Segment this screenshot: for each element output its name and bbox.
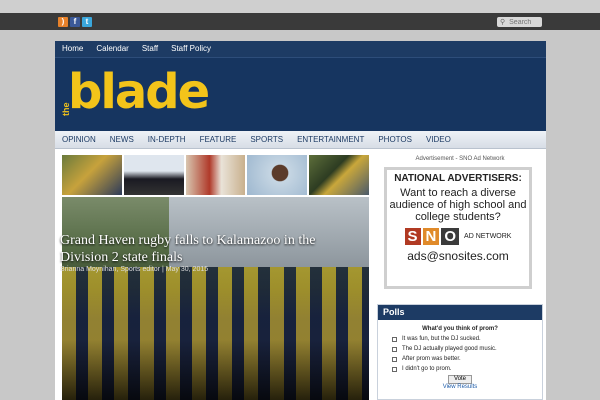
hero-caption-shade [62, 340, 369, 400]
search-icon[interactable]: ⚲ [500, 18, 505, 26]
top-utility-bar: ) f t ⚲ [0, 0, 600, 30]
ad-headline: NATIONAL ADVERTISERS: [394, 173, 522, 184]
view-results-link[interactable]: View Results [378, 384, 542, 390]
ad-email: ads@snosites.com [407, 249, 509, 263]
poll-checkbox[interactable] [392, 336, 397, 342]
poll-checkbox[interactable] [392, 366, 397, 372]
sno-logo-n: N [422, 228, 440, 245]
section-in-depth[interactable]: IN-DEPTH [148, 131, 186, 148]
thumbnail[interactable] [247, 155, 308, 195]
featured-story-byline: Brianna Moynihan, Sports editor | May 30… [60, 266, 209, 273]
section-feature[interactable]: FEATURE [200, 131, 237, 148]
thumbnail-strip [62, 155, 369, 195]
thumbnail[interactable] [62, 155, 122, 195]
page-container: Home Calendar Staff Staff Policy the bla… [55, 41, 546, 400]
section-news[interactable]: NEWS [110, 131, 134, 148]
thumbnail[interactable] [309, 155, 369, 195]
facebook-icon[interactable]: f [70, 17, 80, 27]
sno-logo-s: S [404, 228, 421, 245]
nav-staff[interactable]: Staff [142, 41, 158, 57]
nav-staff-policy[interactable]: Staff Policy [171, 41, 211, 57]
section-photos[interactable]: PHOTOS [378, 131, 412, 148]
polls-widget: Polls What'd you think of prom? It was f… [377, 304, 543, 400]
vote-button[interactable]: Vote [448, 375, 472, 384]
masthead: the blade [55, 57, 546, 131]
poll-option[interactable]: The DJ actually played good music. [392, 346, 542, 352]
search-box: ⚲ [497, 17, 542, 27]
sno-logo-o: O [441, 228, 460, 245]
poll-option[interactable]: After prom was better. [392, 356, 542, 362]
poll-option[interactable]: I didn't go to prom. [392, 366, 542, 372]
nav-home[interactable]: Home [62, 41, 83, 57]
ad-label: Advertisement - SNO Ad Network [415, 156, 505, 162]
top-navigation: Home Calendar Staff Staff Policy [55, 41, 546, 57]
site-logo[interactable]: blade [68, 64, 210, 120]
sno-logo: S N O AD NETWORK [387, 228, 529, 245]
poll-question: What'd you think of prom? [422, 326, 498, 332]
ad-body: Want to reach a diverse audience of high… [389, 187, 527, 223]
section-navigation: OPINION NEWS IN-DEPTH FEATURE SPORTS ENT… [55, 131, 546, 149]
advertisement[interactable]: NATIONAL ADVERTISERS: Want to reach a di… [384, 167, 532, 289]
thumbnail[interactable] [185, 155, 246, 195]
polls-title: Polls [378, 305, 542, 320]
poll-checkbox[interactable] [392, 346, 397, 352]
twitter-icon[interactable]: t [82, 17, 92, 27]
sno-logo-network: AD NETWORK [464, 232, 512, 240]
featured-story-title[interactable]: Grand Haven rugby falls to Kalamazoo in … [60, 232, 360, 266]
rss-icon[interactable]: ) [58, 17, 68, 27]
social-links: ) f t [58, 17, 92, 27]
nav-calendar[interactable]: Calendar [96, 41, 128, 57]
section-sports[interactable]: SPORTS [250, 131, 283, 148]
section-entertainment[interactable]: ENTERTAINMENT [297, 131, 364, 148]
section-video[interactable]: VIDEO [426, 131, 451, 148]
section-opinion[interactable]: OPINION [62, 131, 96, 148]
thumbnail[interactable] [123, 155, 184, 195]
search-input[interactable] [509, 18, 540, 26]
poll-option[interactable]: It was fun, but the DJ sucked. [392, 336, 542, 342]
featured-story-image[interactable] [62, 197, 369, 400]
poll-checkbox[interactable] [392, 356, 397, 362]
